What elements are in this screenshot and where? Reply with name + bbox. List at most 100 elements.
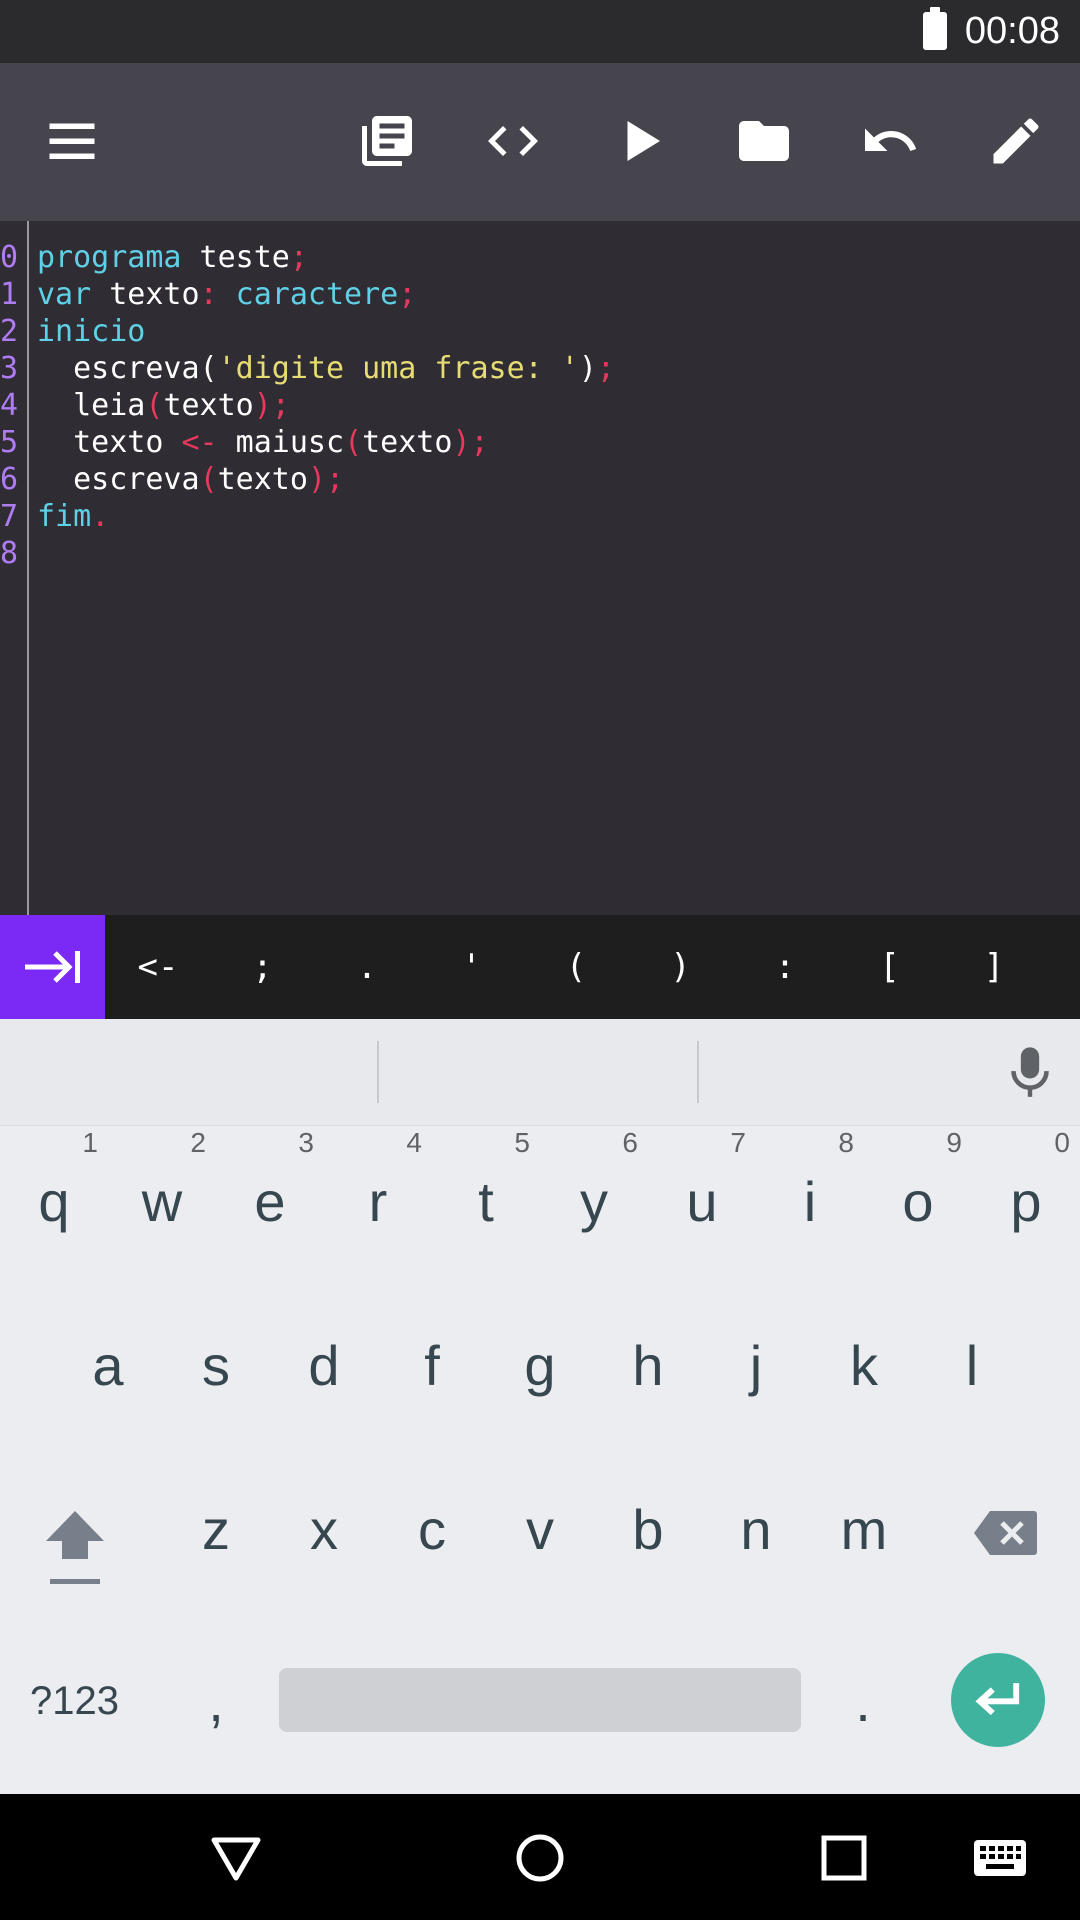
key-u[interactable]: u7 <box>672 1127 746 1234</box>
code-token: maiusc <box>217 425 345 460</box>
key-g[interactable]: g <box>510 1333 570 1398</box>
line-number: 6 <box>0 462 19 497</box>
backspace-key[interactable] <box>972 1509 1038 1557</box>
key-hint: 0 <box>1054 1127 1070 1158</box>
recents-icon[interactable] <box>816 1830 872 1886</box>
library-icon[interactable] <box>355 109 419 173</box>
period-key[interactable]: . <box>843 1669 883 1734</box>
edit-icon[interactable] <box>984 109 1048 173</box>
key-f[interactable]: f <box>402 1333 462 1398</box>
code-token: escreva( <box>37 351 218 386</box>
comma-key[interactable]: , <box>196 1669 236 1734</box>
key-label: q <box>38 1170 70 1233</box>
key-z[interactable]: z <box>186 1497 246 1562</box>
key-label: w <box>141 1170 183 1233</box>
key-label: e <box>254 1170 286 1233</box>
key-e[interactable]: e3 <box>240 1127 314 1234</box>
key-label: r <box>368 1170 388 1233</box>
code-token: texto <box>163 388 254 423</box>
key-m[interactable]: m <box>834 1497 894 1562</box>
key-label: i <box>803 1170 817 1233</box>
code-token: texto <box>362 425 453 460</box>
key-b[interactable]: b <box>618 1497 678 1562</box>
key-r[interactable]: r4 <box>348 1127 422 1234</box>
keyboard-switch-icon[interactable] <box>972 1838 1028 1878</box>
mic-icon[interactable] <box>1008 1045 1052 1101</box>
key-o[interactable]: o9 <box>888 1127 962 1234</box>
tab-key[interactable] <box>0 915 105 1019</box>
suggestion-divider <box>697 1041 699 1103</box>
toolbar <box>0 63 1080 221</box>
code-text: escreva('digite uma frase: '); <box>37 350 615 387</box>
code-token: leia <box>37 388 146 423</box>
key-v[interactable]: v <box>510 1497 570 1562</box>
key-hint: 6 <box>622 1127 638 1158</box>
key-y[interactable]: y6 <box>564 1127 638 1234</box>
key-q[interactable]: q1 <box>24 1127 98 1234</box>
symbol-key[interactable]: ) <box>651 915 711 1019</box>
key-t[interactable]: t5 <box>456 1127 530 1234</box>
key-hint: 4 <box>406 1127 422 1158</box>
key-label: o <box>902 1170 934 1233</box>
key-label: j <box>749 1334 763 1397</box>
code-token: . <box>91 499 110 534</box>
symbol-key[interactable]: ( <box>546 915 606 1019</box>
code-token: ) <box>578 351 597 386</box>
key-label: l <box>965 1334 979 1397</box>
key-i[interactable]: i8 <box>780 1127 854 1234</box>
symbol-key[interactable]: ' <box>442 915 502 1019</box>
key-label: a <box>92 1334 124 1397</box>
key-hint: 5 <box>514 1127 530 1158</box>
key-k[interactable]: k <box>834 1333 894 1398</box>
code-token: ; <box>289 240 308 275</box>
symbol-key[interactable]: : <box>755 915 815 1019</box>
symbol-key[interactable]: <- <box>128 915 188 1019</box>
suggestion-divider <box>377 1041 379 1103</box>
key-label: h <box>632 1334 664 1397</box>
code-token: escreva <box>37 462 200 497</box>
menu-icon[interactable] <box>40 109 104 173</box>
code-token: ); <box>253 388 290 423</box>
code-token: texto <box>91 277 200 312</box>
key-label: f <box>424 1334 440 1397</box>
key-w[interactable]: w2 <box>132 1127 206 1234</box>
key-l[interactable]: l <box>942 1333 1002 1398</box>
key-s[interactable]: s <box>186 1333 246 1398</box>
key-hint: 7 <box>730 1127 746 1158</box>
play-icon[interactable] <box>608 109 672 173</box>
undo-icon[interactable] <box>858 109 922 173</box>
home-icon[interactable] <box>512 1830 568 1886</box>
symbol-bar: <-;. ' (): [] <box>0 915 1080 1019</box>
status-bar: 00:08 <box>0 0 1080 63</box>
symbol-key[interactable]: [ <box>860 915 920 1019</box>
key-p[interactable]: p0 <box>996 1127 1070 1234</box>
key-j[interactable]: j <box>726 1333 786 1398</box>
space-bar[interactable] <box>279 1668 801 1732</box>
code-token: fim <box>37 499 92 534</box>
key-n[interactable]: n <box>726 1497 786 1562</box>
key-label: s <box>202 1334 230 1397</box>
symbols-key[interactable]: ?123 <box>30 1679 130 1724</box>
code-token: ); <box>307 462 345 497</box>
enter-key[interactable] <box>951 1653 1045 1747</box>
code-editor[interactable]: 0 programa teste; 1 var texto: caractere; 2 i… <box>0 221 1080 915</box>
key-a[interactable]: a <box>78 1333 138 1398</box>
key-x[interactable]: x <box>294 1497 354 1562</box>
soft-keyboard: q1 w2 e3 r4 t5 y6 u7 i8 o9 p0 a s d f g h j k l zxcvbnm ?12… <box>0 1019 1080 1794</box>
code-icon[interactable] <box>481 109 545 173</box>
tab-icon <box>24 951 80 983</box>
back-icon[interactable] <box>208 1830 264 1886</box>
symbol-key[interactable]: . <box>337 915 397 1019</box>
key-label: p <box>1010 1170 1042 1233</box>
key-c[interactable]: c <box>402 1497 462 1562</box>
navigation-bar <box>0 1794 1080 1920</box>
key-label: g <box>524 1334 556 1397</box>
key-h[interactable]: h <box>618 1333 678 1398</box>
shift-key[interactable] <box>44 1507 106 1587</box>
enter-icon <box>975 1683 1020 1716</box>
code-token: var <box>37 277 92 312</box>
symbol-key[interactable]: ; <box>233 915 293 1019</box>
key-d[interactable]: d <box>294 1333 354 1398</box>
symbol-key[interactable]: ] <box>964 915 1024 1019</box>
folder-icon[interactable] <box>732 109 796 173</box>
